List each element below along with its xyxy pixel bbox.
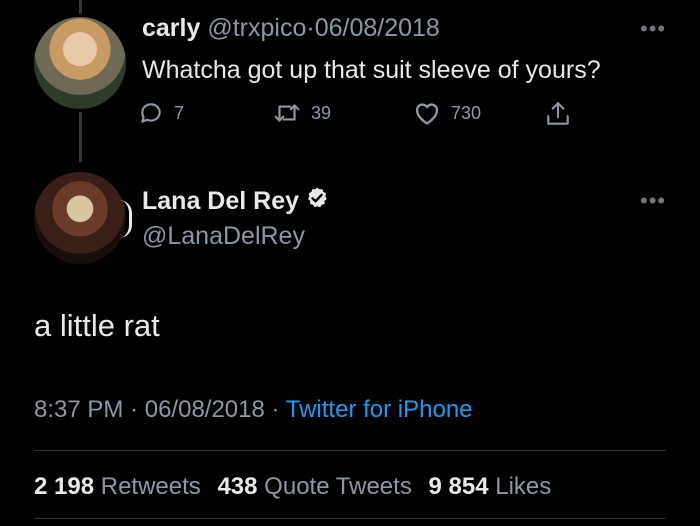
retweets-count: 2 198 xyxy=(34,473,95,500)
reply-handle[interactable]: @trxpico xyxy=(207,14,306,42)
quotes-count: 438 xyxy=(217,473,258,500)
share-icon xyxy=(545,100,571,128)
tweet-text: a little rat xyxy=(34,308,160,343)
retweets-stat[interactable]: 2 198 Retweets xyxy=(34,473,201,500)
reply-count: 7 xyxy=(174,102,185,123)
thread-connector-top xyxy=(79,0,82,14)
tweet-stats: 2 198 Retweets 438 Quote Tweets 9 854 Li… xyxy=(34,473,561,501)
timestamp-separator: · xyxy=(130,396,139,423)
reply-button[interactable]: 7 xyxy=(138,100,184,126)
reply-bubble-icon xyxy=(138,100,164,126)
reply-display-name[interactable]: carly xyxy=(142,14,200,42)
retweet-button[interactable]: 39 xyxy=(273,100,331,126)
verified-badge-icon xyxy=(305,186,329,217)
tweet-date[interactable]: 06/08/2018 xyxy=(145,396,265,423)
reply-separator: · xyxy=(306,14,315,42)
reply-text: Whatcha got up that suit sleeve of yours… xyxy=(142,56,601,84)
tweet-author[interactable]: Lana Del Rey xyxy=(142,186,329,217)
heart-icon xyxy=(413,100,441,126)
quotes-label: Quote Tweets xyxy=(264,473,412,500)
divider xyxy=(34,450,666,451)
likes-label: Likes xyxy=(495,473,552,500)
tweet-time[interactable]: 8:37 PM xyxy=(34,396,123,423)
more-dots-icon[interactable]: ••• xyxy=(640,18,666,40)
thread-connector xyxy=(79,112,82,162)
like-button[interactable]: 730 xyxy=(413,100,481,126)
likes-stat[interactable]: 9 854 Likes xyxy=(429,473,552,500)
like-count: 730 xyxy=(451,102,482,123)
avatar[interactable] xyxy=(34,17,126,109)
tweet-handle[interactable]: @LanaDelRey xyxy=(142,222,305,251)
more-dots-icon[interactable]: ••• xyxy=(640,190,666,212)
timestamp-separator: · xyxy=(271,396,280,423)
reply-header: carly @trxpico·06/08/2018 xyxy=(142,14,440,43)
tweet-source-link[interactable]: Twitter for iPhone xyxy=(286,396,473,423)
avatar[interactable] xyxy=(34,172,126,264)
tweet-display-name[interactable]: Lana Del Rey xyxy=(142,187,299,216)
divider xyxy=(34,518,666,519)
reply-date[interactable]: 06/08/2018 xyxy=(315,14,440,42)
avatar-ring xyxy=(119,200,132,238)
likes-count: 9 854 xyxy=(428,473,489,500)
quote-tweets-stat[interactable]: 438 Quote Tweets xyxy=(217,473,411,500)
retweets-label: Retweets xyxy=(100,473,201,500)
retweet-count: 39 xyxy=(311,102,332,123)
share-button[interactable] xyxy=(545,100,571,128)
tweet-timestamp: 8:37 PM · 06/08/2018 · Twitter for iPhon… xyxy=(34,396,473,424)
retweet-icon xyxy=(273,100,301,126)
